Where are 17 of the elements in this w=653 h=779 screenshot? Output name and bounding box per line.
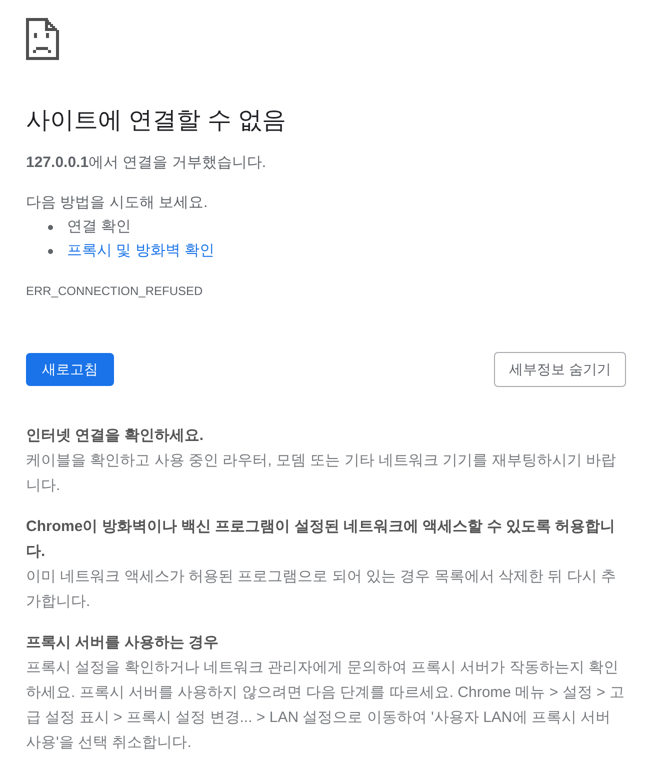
proxy-firewall-link[interactable]: 프록시 및 방화벽 확인 xyxy=(67,239,215,263)
page-title: 사이트에 연결할 수 없음 xyxy=(26,106,288,136)
suggestion-item: 연결 확인 xyxy=(67,217,132,237)
section-text: 케이블을 확인하고 사용 중인 라우터, 모뎀 또는 기타 네트워크 기기를 재부팅하시기 바랍니다. xyxy=(26,451,618,496)
section-text: 이미 네트워크 액세스가 허용된 프로그램으로 되어 있는 경우 목록에서 삭제한 뒤 다시 추가합니다. xyxy=(26,567,618,612)
section-heading: 인터넷 연결을 확인하세요. xyxy=(26,426,205,446)
hide-details-button[interactable]: 세부정보 숨기기 xyxy=(494,352,626,387)
section-heading: Chrome이 방화벽이나 백신 프로그램이 설정된 네트워크에 액세스할 수 있도록 허용합니다. xyxy=(26,517,616,562)
suggestions-heading: 다음 방법을 시도해 보세요. xyxy=(26,193,209,213)
error-code: ERR_CONNECTION_REFUSED xyxy=(26,283,204,299)
sad-document-icon xyxy=(26,18,59,60)
reload-button[interactable]: 새로고침 xyxy=(26,353,114,386)
section-heading: 프록시 서버를 사용하는 경우 xyxy=(26,633,220,653)
section-text: 프록시 설정을 확인하거나 네트워크 관리자에게 문의하여 프록시 서버가 작동하는지 확인하세요. 프록시 서버를 사용하지 않으려면 다음 단계를 따르세요. Chrome 메뉴 > 설정 > 고급 설정 표시 > 프록시 설정 변경... > LAN 설정으로 이동하여 '사용자 LAN에 프록시 서버 사용'을 선택 취소합니다. xyxy=(26,658,626,753)
error-description: 127.0.0.1에서 연결을 거부했습니다. xyxy=(26,153,268,173)
bullet-icon xyxy=(48,224,53,230)
bullet-icon xyxy=(48,248,53,254)
